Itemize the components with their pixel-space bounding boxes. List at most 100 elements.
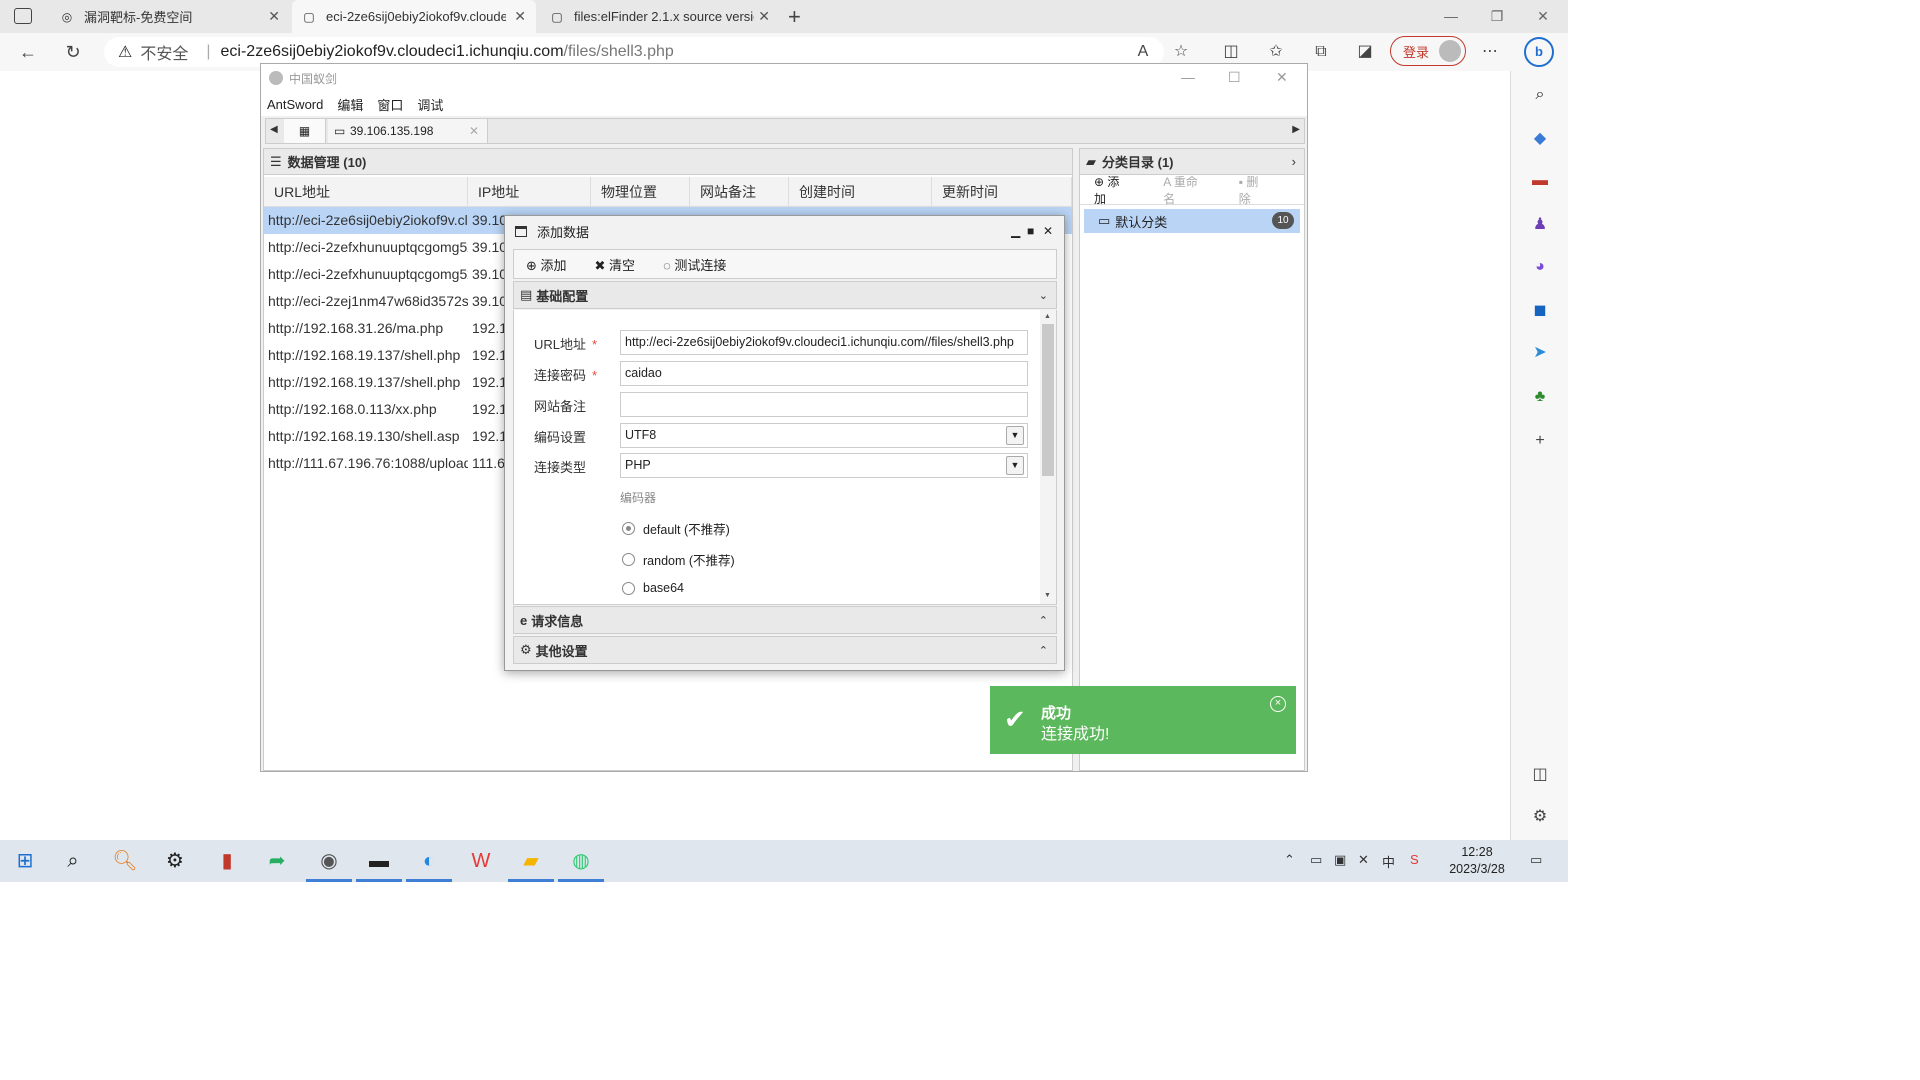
close-icon[interactable]: ✕	[1043, 224, 1053, 238]
office-icon[interactable]: ◕	[1528, 255, 1552, 279]
menu-window[interactable]: 窗口	[377, 95, 403, 114]
antsword-icon[interactable]: ◉	[304, 840, 354, 882]
settings-icon[interactable]: ⚙	[150, 840, 200, 882]
add-icon[interactable]: +	[1528, 429, 1552, 453]
section-basic-config[interactable]: ▤ 基础配置 ⌄	[513, 281, 1057, 309]
collections-icon[interactable]: ⧉	[1308, 39, 1334, 65]
tree-icon[interactable]: ♣	[1528, 385, 1552, 409]
add-favorite-icon[interactable]: ☆	[1168, 39, 1194, 65]
close-toast-icon[interactable]: ×	[1270, 696, 1286, 712]
tag-icon[interactable]: ◆	[1528, 127, 1552, 151]
add-category-button[interactable]: ⊕ 添加	[1094, 173, 1137, 207]
settings-icon[interactable]: ⚙	[1528, 805, 1552, 829]
ime-icon[interactable]: 中	[1382, 852, 1395, 871]
notification-icon[interactable]: ▭	[1530, 852, 1542, 868]
scroll-down-icon[interactable]: ▼	[1044, 592, 1051, 599]
scroll-up-icon[interactable]: ▲	[1044, 313, 1051, 320]
battery-icon[interactable]: ▭	[1310, 852, 1322, 868]
tab-scroll-right-icon[interactable]: ▶	[1292, 124, 1300, 135]
shell-tab[interactable]: ▭ 39.106.135.198 ✕	[328, 119, 488, 143]
outlook-icon[interactable]: ◼	[1528, 299, 1552, 323]
read-aloud-icon[interactable]: A	[1130, 39, 1156, 65]
test-connection-button[interactable]: ◌ 测试连接	[663, 255, 726, 274]
tab-scroll-left-icon[interactable]: ◀	[270, 124, 278, 135]
magnifier-app-icon[interactable]: 🔍︎	[100, 840, 150, 882]
favorites-icon[interactable]: ✩	[1263, 39, 1289, 65]
form-scrollbar[interactable]: ▲ ▼	[1040, 310, 1056, 604]
tab-title: eci-2ze6sij0ebiy2iokof9v.cloudeci1.ichun…	[326, 9, 506, 24]
section-request-info[interactable]: e 请求信息 ⌃	[513, 606, 1057, 634]
column-created[interactable]: 创建时间	[789, 177, 932, 207]
scroll-thumb[interactable]	[1042, 324, 1054, 476]
url-field[interactable]: http://eci-2ze6sij0ebiy2iokof9v.cloudeci…	[620, 330, 1028, 355]
send-icon[interactable]: ➤	[1528, 341, 1552, 365]
terminal-icon[interactable]: ▬	[354, 840, 404, 882]
maximize-icon[interactable]: ■	[1027, 224, 1034, 238]
close-tab-icon[interactable]: ✕	[469, 119, 479, 143]
clock[interactable]: 12:28 2023/3/28	[1448, 844, 1506, 878]
extension-icon[interactable]: ◪	[1352, 39, 1378, 65]
split-screen-icon[interactable]: ◫	[1218, 39, 1244, 65]
search-icon[interactable]: ⌕	[48, 840, 98, 882]
network-icon[interactable]: ▣	[1334, 852, 1346, 868]
clear-button[interactable]: ✖ 清空	[595, 255, 636, 274]
column-location[interactable]: 物理位置	[591, 177, 690, 207]
minimize-icon[interactable]: —	[1181, 69, 1195, 85]
note-field[interactable]	[620, 392, 1028, 417]
category-item-default[interactable]: ▭ 默认分类 10	[1084, 209, 1300, 233]
browser-tab-2[interactable]: ▢ eci-2ze6sij0ebiy2iokof9v.cloudeci1.ich…	[292, 0, 536, 33]
minimize-icon[interactable]: ▁	[1011, 224, 1020, 238]
games-icon[interactable]: ♟	[1528, 213, 1552, 237]
add-button[interactable]: ⊕ 添加	[526, 255, 567, 274]
browser-tab-3[interactable]: ▢ files:elFinder 2.1.x source version ✕	[540, 0, 780, 33]
edge-icon[interactable]: ◐	[404, 840, 454, 882]
menu-antsword[interactable]: AntSword	[267, 97, 323, 112]
app-icon[interactable]: ▮	[202, 840, 252, 882]
more-icon[interactable]: ⋯	[1477, 39, 1503, 65]
menu-debug[interactable]: 调试	[417, 95, 443, 114]
column-url[interactable]: URL地址	[264, 177, 468, 207]
rename-category-button[interactable]: A 重命名	[1163, 173, 1213, 207]
volume-muted-icon[interactable]: ✕	[1358, 852, 1369, 868]
column-updated[interactable]: 更新时间	[932, 177, 1072, 207]
show-hidden-icon[interactable]: ⌃	[1284, 852, 1295, 868]
wps-icon[interactable]: W	[456, 840, 506, 882]
encoding-select[interactable]: UTF8 ▼	[620, 423, 1028, 448]
login-button[interactable]: 登录	[1390, 36, 1466, 66]
restore-icon[interactable]: ❐	[1474, 0, 1520, 33]
close-tab-icon[interactable]: ✕	[514, 8, 526, 25]
close-window-icon[interactable]: ✕	[1520, 0, 1566, 33]
toolbox-icon[interactable]: ▬	[1528, 169, 1552, 193]
start-icon[interactable]: ⊞	[0, 840, 50, 882]
bing-icon[interactable]: b	[1524, 37, 1554, 67]
type-select[interactable]: PHP ▼	[620, 453, 1028, 478]
password-field[interactable]: caidao	[620, 361, 1028, 386]
section-other-settings[interactable]: ⚙ 其他设置 ⌃	[513, 636, 1057, 664]
encoder-option-random[interactable]: random (不推荐)	[622, 550, 735, 569]
home-tab[interactable]: ▦	[284, 119, 326, 143]
column-note[interactable]: 网站备注	[690, 177, 789, 207]
encoder-option-default[interactable]: default (不推荐)	[622, 519, 730, 538]
sogou-icon[interactable]: S	[1410, 852, 1419, 867]
wechat-icon[interactable]: ◍	[556, 840, 606, 882]
maximize-icon[interactable]: ☐	[1228, 69, 1241, 86]
search-icon[interactable]: ⌕	[1528, 83, 1552, 107]
insecure-label[interactable]: 不安全	[140, 40, 188, 64]
arrow-app-icon[interactable]: ➦	[252, 840, 302, 882]
close-tab-icon[interactable]: ✕	[758, 8, 770, 25]
refresh-icon[interactable]: ↻	[59, 38, 87, 66]
delete-category-button[interactable]: ▪ 删除	[1239, 173, 1278, 207]
sidebar-panel-icon[interactable]: ◫	[1528, 763, 1552, 787]
browser-tab-1[interactable]: ◎ 漏洞靶标-免费空间 ✕	[50, 0, 290, 33]
tab-actions-icon[interactable]	[14, 8, 32, 24]
collapse-arrow-icon[interactable]: ›	[1292, 154, 1296, 169]
column-ip[interactable]: IP地址	[468, 177, 591, 207]
minimize-icon[interactable]: —	[1428, 0, 1474, 33]
close-icon[interactable]: ✕	[1276, 69, 1288, 86]
menu-edit[interactable]: 编辑	[337, 95, 363, 114]
encoder-option-base64[interactable]: base64	[622, 581, 684, 595]
close-tab-icon[interactable]: ✕	[268, 8, 280, 25]
back-icon[interactable]: ←	[14, 38, 42, 66]
file-explorer-icon[interactable]: ▰	[506, 840, 556, 882]
new-tab-icon[interactable]: +	[788, 4, 801, 30]
